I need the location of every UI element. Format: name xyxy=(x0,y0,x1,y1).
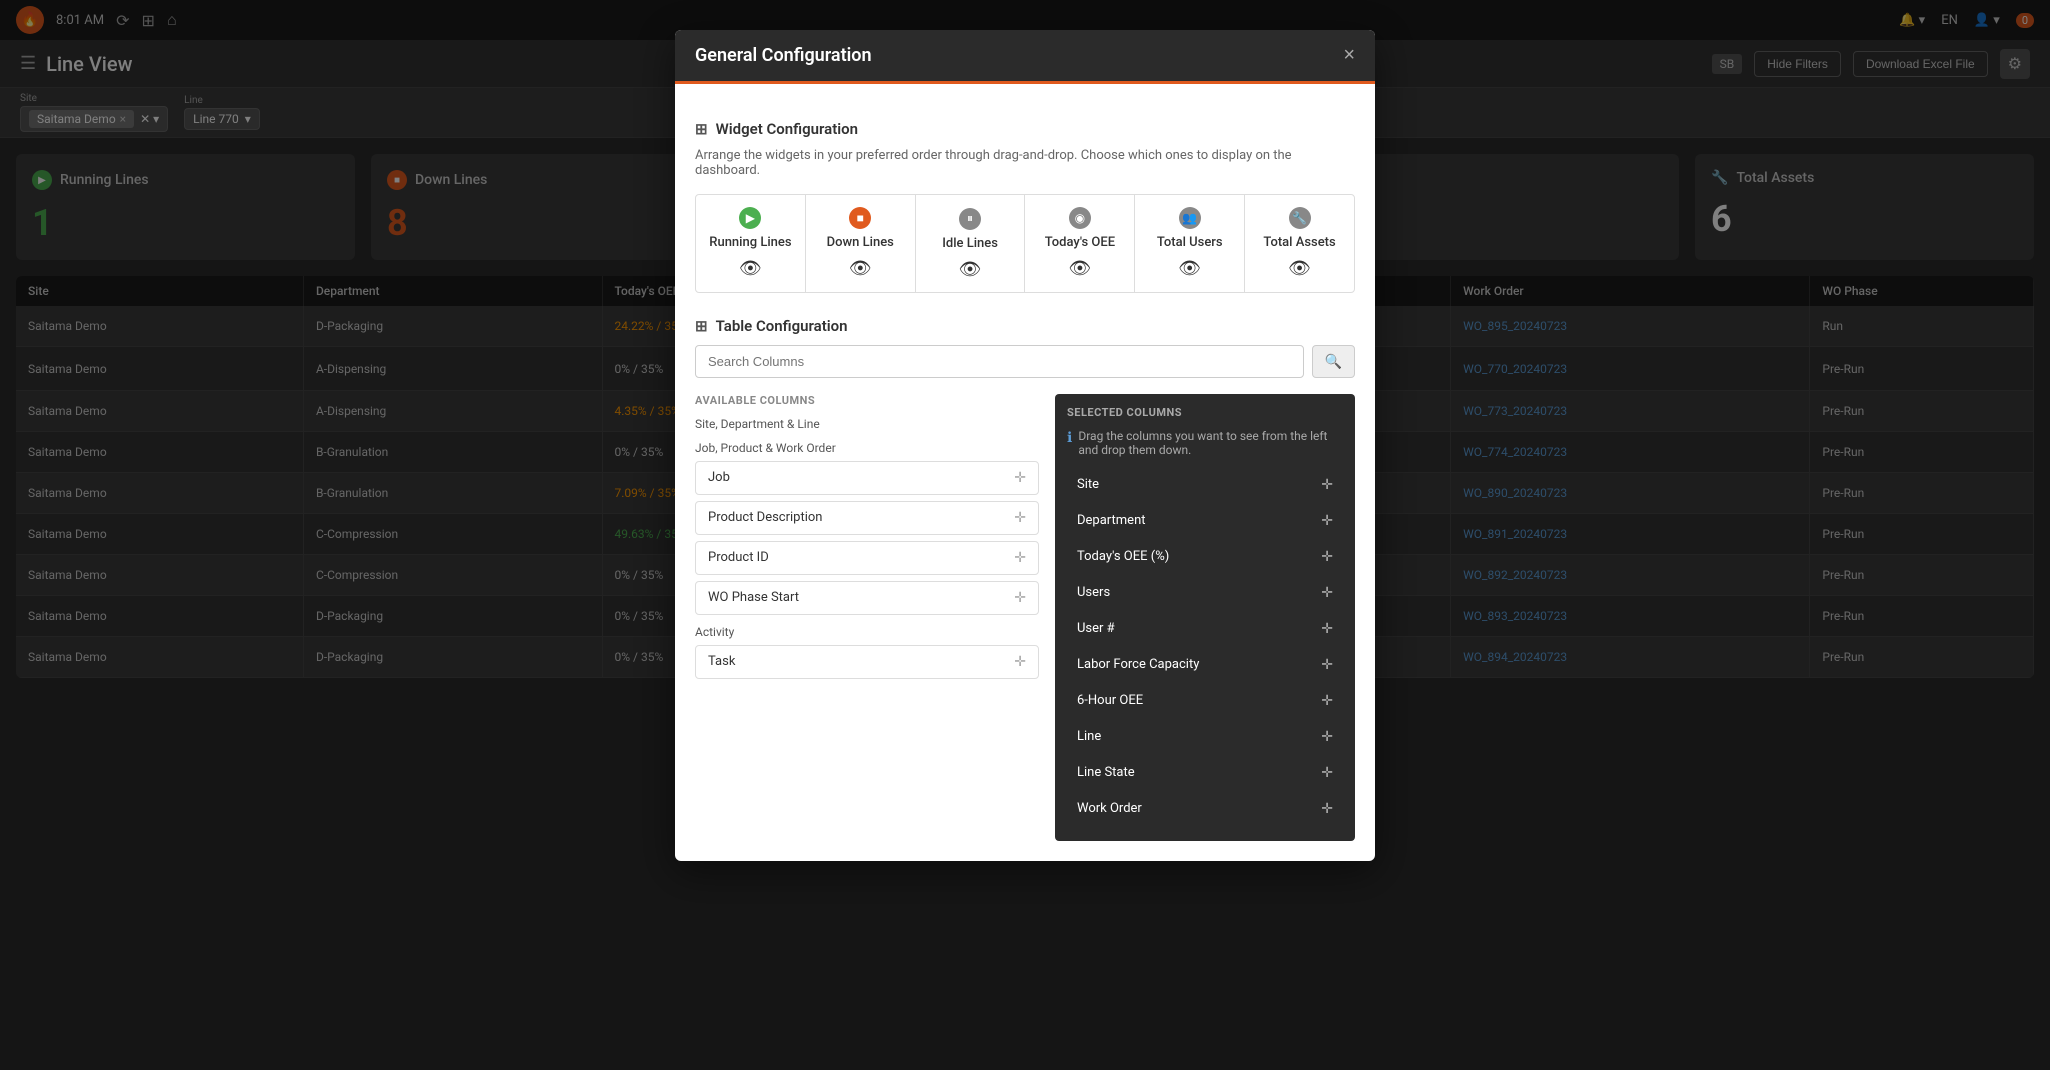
search-columns-input[interactable] xyxy=(695,345,1304,378)
selected-col-item[interactable]: Work Order ✛ xyxy=(1067,793,1343,825)
selected-label: SELECTED COLUMNS xyxy=(1067,406,1343,419)
available-columns-panel: AVAILABLE COLUMNS Site, Department & Lin… xyxy=(695,394,1039,841)
drag-icon-job: ✛ xyxy=(1014,470,1026,486)
selected-col-item[interactable]: Line State ✛ xyxy=(1067,757,1343,789)
running-lines-eye-icon[interactable]: 👁 xyxy=(708,258,793,279)
general-config-modal: General Configuration × ⊞ Widget Configu… xyxy=(675,30,1375,861)
total-assets-eye-icon[interactable]: 👁 xyxy=(1257,258,1342,279)
selected-cols-hint: ℹ Drag the columns you want to see from … xyxy=(1067,429,1343,457)
selected-col-item[interactable]: Department ✛ xyxy=(1067,505,1343,537)
drag-icon-product-desc: ✛ xyxy=(1014,510,1026,526)
search-row: 🔍 xyxy=(695,345,1355,378)
selected-col-item[interactable]: Site ✛ xyxy=(1067,469,1343,501)
selected-cols-list: Site ✛ Department ✛ Today's OEE (%) ✛ Us… xyxy=(1067,469,1343,825)
widget-tile-todays-oee[interactable]: ◉ Today's OEE 👁 xyxy=(1025,195,1135,292)
drag-icon-selected: ✛ xyxy=(1321,513,1333,529)
drag-icon-product-id: ✛ xyxy=(1014,550,1026,566)
selected-col-item[interactable]: 6-Hour OEE ✛ xyxy=(1067,685,1343,717)
modal-overlay: General Configuration × ⊞ Widget Configu… xyxy=(0,0,2050,1070)
total-users-eye-icon[interactable]: 👁 xyxy=(1147,258,1232,279)
col-item-product-description[interactable]: Product Description ✛ xyxy=(695,501,1039,535)
idle-lines-tile-icon: ⏸ xyxy=(959,208,981,230)
widget-config-desc: Arrange the widgets in your preferred or… xyxy=(695,148,1355,178)
down-lines-eye-icon[interactable]: 👁 xyxy=(818,258,903,279)
columns-row: AVAILABLE COLUMNS Site, Department & Lin… xyxy=(695,394,1355,841)
drag-icon-wo-phase-start: ✛ xyxy=(1014,590,1026,606)
selected-col-item[interactable]: Labor Force Capacity ✛ xyxy=(1067,649,1343,681)
widget-config-icon: ⊞ xyxy=(695,120,708,138)
drag-icon-selected: ✛ xyxy=(1321,801,1333,817)
search-button[interactable]: 🔍 xyxy=(1312,345,1355,378)
table-config: 🔍 AVAILABLE COLUMNS Site, Department & L… xyxy=(695,345,1355,841)
widget-tile-idle-lines[interactable]: ⏸ Idle Lines 👁 xyxy=(916,195,1026,292)
widget-tile-total-assets[interactable]: 🔧 Total Assets 👁 xyxy=(1245,195,1354,292)
selected-col-item[interactable]: Users ✛ xyxy=(1067,577,1343,609)
total-assets-tile-icon: 🔧 xyxy=(1289,207,1311,229)
category-activity: Activity xyxy=(695,625,1039,639)
drag-icon-selected: ✛ xyxy=(1321,477,1333,493)
modal-body: ⊞ Widget Configuration Arrange the widge… xyxy=(675,100,1375,861)
selected-col-item[interactable]: Today's OEE (%) ✛ xyxy=(1067,541,1343,573)
orange-accent-bar xyxy=(675,81,1375,84)
table-config-icon: ⊞ xyxy=(695,317,708,335)
selected-col-item[interactable]: User # ✛ xyxy=(1067,613,1343,645)
drag-icon-task: ✛ xyxy=(1014,654,1026,670)
running-lines-tile-icon: ▶ xyxy=(739,207,761,229)
col-item-wo-phase-start[interactable]: WO Phase Start ✛ xyxy=(695,581,1039,615)
todays-oee-eye-icon[interactable]: 👁 xyxy=(1037,258,1122,279)
hint-icon: ℹ xyxy=(1067,430,1072,446)
col-item-job[interactable]: Job ✛ xyxy=(695,461,1039,495)
modal-close-button[interactable]: × xyxy=(1343,44,1355,67)
drag-icon-selected: ✛ xyxy=(1321,657,1333,673)
category-site-dept-line: Site, Department & Line xyxy=(695,417,1039,431)
available-label: AVAILABLE COLUMNS xyxy=(695,394,1039,407)
drag-icon-selected: ✛ xyxy=(1321,549,1333,565)
category-job-product-wo: Job, Product & Work Order xyxy=(695,441,1039,455)
drag-icon-selected: ✛ xyxy=(1321,621,1333,637)
todays-oee-tile-icon: ◉ xyxy=(1069,207,1091,229)
drag-icon-selected: ✛ xyxy=(1321,693,1333,709)
modal-header: General Configuration × xyxy=(675,30,1375,81)
selected-col-item[interactable]: Line ✛ xyxy=(1067,721,1343,753)
widget-tile-running-lines[interactable]: ▶ Running Lines 👁 xyxy=(696,195,806,292)
drag-icon-selected: ✛ xyxy=(1321,729,1333,745)
selected-columns-panel: SELECTED COLUMNS ℹ Drag the columns you … xyxy=(1055,394,1355,841)
widget-tiles: ▶ Running Lines 👁 ■ Down Lines 👁 ⏸ Idle … xyxy=(695,194,1355,293)
drag-icon-selected: ✛ xyxy=(1321,765,1333,781)
widget-tile-down-lines[interactable]: ■ Down Lines 👁 xyxy=(806,195,916,292)
col-item-task[interactable]: Task ✛ xyxy=(695,645,1039,679)
modal-title: General Configuration xyxy=(695,45,872,66)
down-lines-tile-icon: ■ xyxy=(849,207,871,229)
col-item-product-id[interactable]: Product ID ✛ xyxy=(695,541,1039,575)
table-config-section-title: ⊞ Table Configuration xyxy=(695,317,1355,335)
total-users-tile-icon: 👥 xyxy=(1179,207,1201,229)
widget-config-section-title: ⊞ Widget Configuration xyxy=(695,120,1355,138)
widget-tile-total-users[interactable]: 👥 Total Users 👁 xyxy=(1135,195,1245,292)
idle-lines-eye-icon[interactable]: 👁 xyxy=(928,259,1013,280)
drag-icon-selected: ✛ xyxy=(1321,585,1333,601)
